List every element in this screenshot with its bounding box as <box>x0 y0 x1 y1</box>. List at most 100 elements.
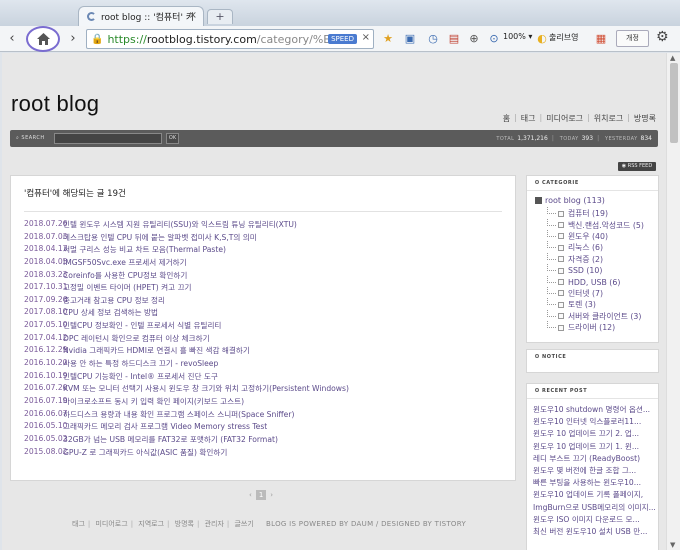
footer-link-medialog[interactable]: 미디어로그 <box>95 520 127 528</box>
magnifier-icon[interactable]: ⊕ <box>467 32 481 46</box>
post-row[interactable]: 2018.07.26 인텔 윈도우 시스템 지원 유틸리티(SSU)와 익스트림 … <box>24 219 512 232</box>
recent-post-link[interactable]: 레디 부스트 끄기 (ReadyBoost) <box>533 453 655 465</box>
next-page-button[interactable]: › <box>270 491 273 499</box>
post-row[interactable]: 2016.10.20 사용 안 하는 특정 하드디스크 끄기 - revoSlee… <box>24 358 512 371</box>
category-item[interactable]: SSD (10) <box>547 264 658 276</box>
category-item[interactable]: 인터넷 (7) <box>547 286 658 299</box>
scrollbar-thumb[interactable] <box>670 63 678 143</box>
post-row[interactable]: 2017.09.26 중고거래 참고용 CPU 정보 정리 <box>24 295 512 308</box>
scroll-up-arrow-icon[interactable]: ▲ <box>670 54 675 62</box>
category-item[interactable]: 서버와 클라이언트 (3) <box>547 309 658 322</box>
tab-close-button[interactable]: × <box>189 10 197 21</box>
category-item[interactable]: 백신.랜섬.악성코드 (5) <box>547 218 658 230</box>
recent-post-link[interactable]: 윈도우 ISO 이미지 다운로드 모... <box>533 514 655 526</box>
search-ok-button[interactable]: OK <box>166 133 179 144</box>
post-title-link[interactable]: 그래픽카드 메모리 검사 프로그램 Video Memory stress Te… <box>63 421 267 434</box>
post-row[interactable]: 2016.05.10 그래픽카드 메모리 검사 프로그램 Video Memory… <box>24 421 512 434</box>
post-row[interactable]: 2016.07.19 마이크로소프트 동시 키 입력 확인 페이지(키보드 고스트… <box>24 396 512 409</box>
recent-post-link[interactable]: 윈도우 몇 버전에 한글 조합 그... <box>533 465 655 477</box>
post-row[interactable]: 2016.12.29 Nvidia 그래픽카드 HDMI로 연결시 흘 빠진 색감… <box>24 345 512 358</box>
nav-guestbook[interactable]: 방명록 <box>634 113 656 124</box>
post-row[interactable]: 2018.07.03 데스크탑용 인텔 CPU 뒤에 붙는 알파벳 접미사 K,S… <box>24 232 512 245</box>
post-title-link[interactable]: KVM 또는 모니터 선택기 사용시 윈도우 창 크기와 위치 고정하기(Per… <box>63 383 349 396</box>
gear-icon[interactable]: ⚙ <box>656 29 669 45</box>
apps-grid-icon[interactable]: ▦ <box>594 32 608 46</box>
post-row[interactable]: 2018.04.17 써멀 구리스 성능 비교 차트 모음(Thermal Pas… <box>24 244 512 257</box>
prev-page-button[interactable]: ‹ <box>249 491 252 499</box>
post-title-link[interactable]: 데스크탑용 인텔 CPU 뒤에 붙는 알파벳 접미사 K,S,T의 의미 <box>63 232 257 245</box>
history-clock-icon[interactable]: ◷ <box>426 32 440 46</box>
post-title-link[interactable]: 써멀 구리스 성능 비교 차트 모음(Thermal Paste) <box>63 244 226 257</box>
calendar-icon[interactable]: ▤ <box>447 32 461 46</box>
category-item[interactable]: 컴퓨터 (19) <box>547 207 658 219</box>
extension-icon[interactable]: ◐ <box>535 32 549 46</box>
post-row[interactable]: 2016.07.20 KVM 또는 모니터 선택기 사용시 윈도우 창 크기와 위… <box>24 383 512 396</box>
post-row[interactable]: 2016.05.02 32GB가 넘는 USB 메모리를 FAT32로 포맷하기 … <box>24 434 512 447</box>
recent-post-link[interactable]: 윈도우 10 업데이트 끄기 1. 윈... <box>533 441 655 453</box>
recent-post-link[interactable]: 빠른 부팅을 사용하는 윈도우10... <box>533 477 655 489</box>
recent-post-link[interactable]: 윈도우10 업데이트 기록 폴페이지, <box>533 489 655 501</box>
footer-link-admin[interactable]: 관리자 <box>205 520 224 528</box>
blog-title[interactable]: root blog <box>11 91 99 117</box>
category-item[interactable]: 윈도우 (40) <box>547 229 658 242</box>
nav-locationlog[interactable]: 위치로그 <box>594 113 623 124</box>
recent-post-link[interactable]: 윈도우10 인터넷 익스플로러11... <box>533 416 655 428</box>
screenshot-icon[interactable]: ▣ <box>403 32 417 46</box>
post-row[interactable]: 2016.10.19 인텔CPU 기능확인 - Intel® 프로세서 진단 도구 <box>24 371 512 384</box>
speed-badge[interactable]: SPEED <box>328 34 357 44</box>
page-scrollbar[interactable]: ▲ ▼ <box>666 53 680 550</box>
category-item[interactable]: HDD, USB (6) <box>547 275 658 287</box>
back-button[interactable]: ‹ <box>5 30 19 48</box>
post-row[interactable]: 2016.06.07 하드디스크 용량과 내용 확인 프로그램 스페이스 스니퍼(… <box>24 409 512 422</box>
post-title-link[interactable]: DPC 레이턴시 확인으로 컴퓨터 이상 체크하기 <box>63 333 210 346</box>
new-tab-button[interactable]: + <box>207 9 233 24</box>
post-row[interactable]: 2015.08.02 GPU-Z 로 그래픽카드 아식값(ASIC 품질) 확인하… <box>24 447 512 460</box>
footer-link-write[interactable]: 글쓰기 <box>234 520 253 528</box>
scroll-down-arrow-icon[interactable]: ▼ <box>670 541 675 549</box>
search-input[interactable] <box>54 133 162 144</box>
clear-url-button[interactable]: × <box>362 32 370 43</box>
bookmark-star-icon[interactable]: ★ <box>381 32 395 46</box>
nav-home[interactable]: 홈 <box>503 113 510 124</box>
post-row[interactable]: 2017.08.10 CPU 상세 정보 검색하는 방법 <box>24 307 512 320</box>
recent-post-link[interactable]: 윈도우10 shutdown 명령어 옵션... <box>533 404 655 416</box>
zoom-icon[interactable]: ⊙ <box>487 32 501 46</box>
post-title-link[interactable]: 사용 안 하는 특정 하드디스크 끄기 - revoSleep <box>63 358 218 371</box>
category-item[interactable]: 토렌 (3) <box>547 298 658 310</box>
rss-feed-button[interactable]: ◉ RSS FEED <box>618 162 656 171</box>
browser-tab[interactable]: root blog :: '컴퓨터' 키 × <box>78 6 204 26</box>
post-title-link[interactable]: CPU 상세 정보 검색하는 방법 <box>63 307 158 320</box>
recent-post-link[interactable]: 윈도우 10 업데이트 끄기 2. 업... <box>533 428 655 440</box>
post-title-link[interactable]: Coreinfo를 사용한 CPU정보 확인하기 <box>63 270 187 283</box>
zoom-level[interactable]: 100% ▾ <box>503 32 532 41</box>
address-bar[interactable]: 🔒 https:// rootblog.tistory.com /categor… <box>86 29 374 49</box>
post-row[interactable]: 2017.05.10 인텔CPU 정보확인 - 인텔 프로세서 식별 유틸리티 <box>24 320 512 333</box>
nav-tag[interactable]: 태그 <box>521 113 536 124</box>
post-row[interactable]: 2018.04.05 IMGSF50Svc.exe 프로세서 제거하기 <box>24 257 512 270</box>
category-item[interactable]: 리눅스 (6) <box>547 241 658 253</box>
post-title-link[interactable]: IMGSF50Svc.exe 프로세서 제거하기 <box>63 257 187 270</box>
category-root[interactable]: root blog (113) <box>527 191 658 208</box>
post-title-link[interactable]: GPU-Z 로 그래픽카드 아식값(ASIC 품질) 확인하기 <box>63 447 227 460</box>
post-title-link[interactable]: 중고거래 참고용 CPU 정보 정리 <box>63 295 165 308</box>
post-title-link[interactable]: 하드디스크 용량과 내용 확인 프로그램 스페이스 스니퍼(Space Snif… <box>63 409 294 422</box>
post-row[interactable]: 2017.10.31 고정밀 이벤트 타이머 (HPET) 켜고 끄기 <box>24 282 512 295</box>
post-title-link[interactable]: 인텔 윈도우 시스템 지원 유틸리티(SSU)와 익스트림 튜닝 유틸리티(XT… <box>63 219 297 232</box>
footer-link-locationlog[interactable]: 지역로그 <box>138 520 164 528</box>
post-row[interactable]: 2018.03.23 Coreinfo를 사용한 CPU정보 확인하기 <box>24 270 512 283</box>
post-row[interactable]: 2017.04.12 DPC 레이턴시 확인으로 컴퓨터 이상 체크하기 <box>24 333 512 346</box>
post-title-link[interactable]: 32GB가 넘는 USB 메모리를 FAT32로 포맷하기 (FAT32 For… <box>63 434 278 447</box>
post-title-link[interactable]: Nvidia 그래픽카드 HDMI로 연결시 흘 빠진 색감 해결하기 <box>63 345 250 358</box>
nav-medialog[interactable]: 미디어로그 <box>546 113 583 124</box>
post-title-link[interactable]: 인텔CPU 정보확인 - 인텔 프로세서 식별 유틸리티 <box>63 320 221 333</box>
post-title-link[interactable]: 마이크로소프트 동시 키 입력 확인 페이지(키보드 고스트) <box>63 396 244 409</box>
footer-link-guestbook[interactable]: 방명록 <box>175 520 194 528</box>
home-button[interactable] <box>26 26 60 52</box>
category-item[interactable]: 드라이버 (12) <box>547 321 658 333</box>
post-title-link[interactable]: 인텔CPU 기능확인 - Intel® 프로세서 진단 도구 <box>63 371 218 384</box>
post-title-link[interactable]: 고정밀 이벤트 타이머 (HPET) 켜고 끄기 <box>63 282 192 295</box>
recent-post-link[interactable]: ImgBurn으로 USB메모리의 이미지... <box>533 502 655 514</box>
footer-link-tag[interactable]: 태그 <box>72 520 85 528</box>
extension-label[interactable]: 출리브영 <box>549 32 578 43</box>
current-page[interactable]: 1 <box>255 490 267 500</box>
